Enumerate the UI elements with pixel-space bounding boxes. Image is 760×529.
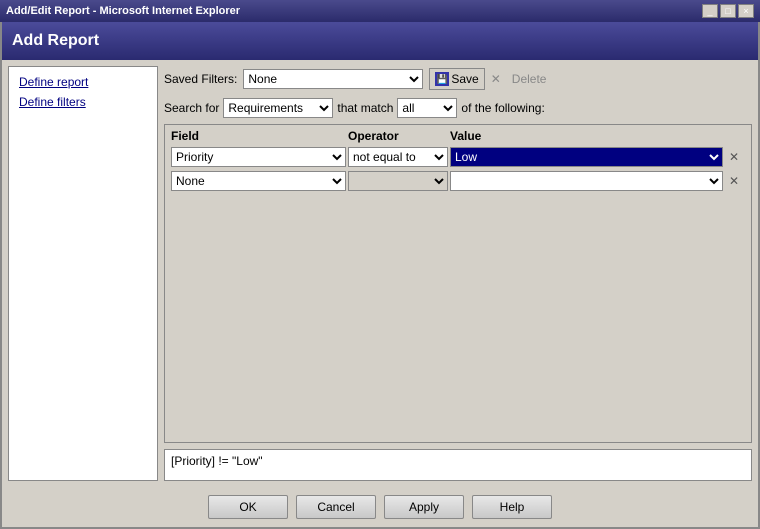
window-header: Add Report [2,22,758,60]
main-window: Add Report Define report Define filters … [0,22,760,529]
saved-filters-label: Saved Filters: [164,72,237,86]
maximize-button[interactable]: □ [720,4,736,18]
value-select-1[interactable]: Low High Medium [450,147,723,167]
remove-icon-1: ✕ [729,150,739,164]
saved-filters-select[interactable]: None [243,69,423,89]
delete-x-icon: ✕ [491,72,501,86]
ok-button[interactable]: OK [208,495,288,519]
search-for-label: Search for [164,101,219,115]
sidebar-item-define-report[interactable]: Define report [15,73,151,91]
value-select-2[interactable] [450,171,723,191]
save-button[interactable]: 💾 Save [429,68,484,90]
that-match-select[interactable]: all any [397,98,457,118]
sidebar: Define report Define filters [8,66,158,481]
col-operator: Operator [348,129,448,143]
remove-row-1-button[interactable]: ✕ [725,148,743,166]
preview-text: [Priority] != "Low" [171,454,263,468]
filter-area: Field Operator Value Priority None not e… [164,124,752,443]
field-select-2[interactable]: None Priority [171,171,346,191]
save-icon: 💾 [435,72,449,86]
help-button[interactable]: Help [472,495,552,519]
col-value: Value [450,129,723,143]
cancel-button[interactable]: Cancel [296,495,376,519]
delete-button[interactable]: Delete [507,68,552,90]
sidebar-item-define-filters[interactable]: Define filters [15,93,151,111]
save-label: Save [451,72,478,86]
content-area: Define report Define filters Saved Filte… [2,60,758,487]
title-bar: Add/Edit Report - Microsoft Internet Exp… [0,0,760,22]
title-bar-buttons: _ □ × [702,4,754,18]
toolbar-row: Saved Filters: None 💾 Save ✕ Delete [164,66,752,92]
close-button[interactable]: × [738,4,754,18]
remove-icon-2: ✕ [729,174,739,188]
page-title: Add Report [12,32,99,50]
preview-box: [Priority] != "Low" [164,449,752,481]
search-for-select[interactable]: Requirements [223,98,333,118]
apply-button[interactable]: Apply [384,495,464,519]
col-field: Field [171,129,346,143]
minimize-button[interactable]: _ [702,4,718,18]
button-bar: OK Cancel Apply Help [2,487,758,527]
that-match-label: that match [337,101,393,115]
search-row: Search for Requirements that match all a… [164,98,752,118]
delete-label: Delete [512,72,547,86]
main-panel: Saved Filters: None 💾 Save ✕ Delete Sear… [164,66,752,481]
filter-table-header: Field Operator Value [165,125,751,145]
filter-row-2: None Priority ✕ [165,169,751,193]
title-bar-text: Add/Edit Report - Microsoft Internet Exp… [6,5,240,17]
remove-row-2-button[interactable]: ✕ [725,172,743,190]
filter-row: Priority None not equal to equal to cont… [165,145,751,169]
of-following-label: of the following: [461,101,544,115]
operator-select-1[interactable]: not equal to equal to contains [348,147,448,167]
field-select-1[interactable]: Priority None [171,147,346,167]
operator-select-2[interactable] [348,171,448,191]
